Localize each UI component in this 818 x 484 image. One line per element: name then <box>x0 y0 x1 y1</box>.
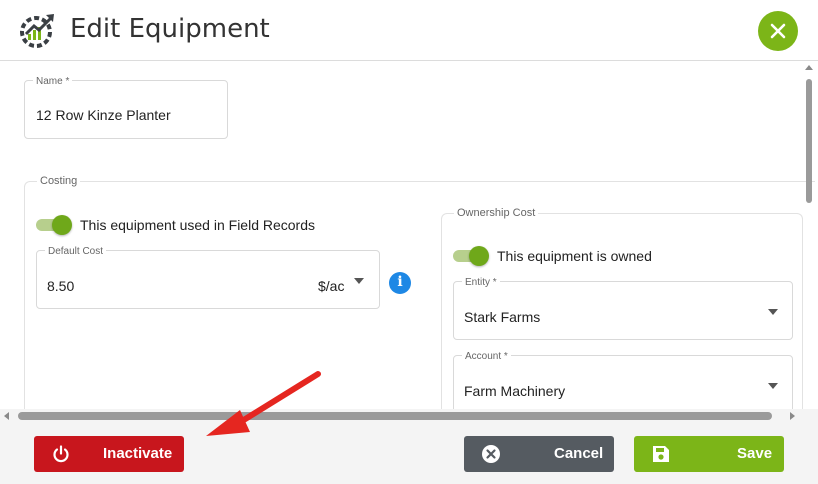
scroll-left-arrow-icon[interactable] <box>4 412 9 420</box>
field-records-toggle-label: This equipment used in Field Records <box>80 217 316 233</box>
annotation-arrow-icon <box>206 371 321 436</box>
cancel-button[interactable]: Cancel <box>464 436 614 472</box>
scroll-up-arrow-icon[interactable] <box>805 65 813 70</box>
name-field-value: 12 Row Kinze Planter <box>36 107 171 123</box>
dialog-content: Name * 12 Row Kinze Planter Costing This… <box>0 61 818 409</box>
cancel-x-icon <box>482 445 500 463</box>
horizontal-scrollbar[interactable] <box>0 409 818 423</box>
account-label: Account * <box>462 351 511 362</box>
default-cost-unit: $/ac <box>318 278 345 294</box>
dialog-footer: Inactivate Cancel Save <box>0 423 818 484</box>
account-dropdown-caret-icon[interactable] <box>768 383 778 389</box>
save-button[interactable]: Save <box>634 436 784 472</box>
name-field-label: Name * <box>33 76 73 87</box>
inactivate-label: Inactivate <box>103 445 173 462</box>
name-field[interactable]: Name * 12 Row Kinze Planter <box>24 76 228 139</box>
close-button[interactable] <box>758 11 798 51</box>
scroll-right-arrow-icon[interactable] <box>790 412 795 420</box>
info-icon[interactable]: i <box>389 272 411 294</box>
entity-value: Stark Farms <box>464 309 541 325</box>
save-label: Save <box>737 445 773 462</box>
power-icon <box>53 445 69 463</box>
owned-toggle-label: This equipment is owned <box>497 248 652 264</box>
close-icon <box>770 23 786 39</box>
account-value: Farm Machinery <box>464 383 566 399</box>
dialog-header: Edit Equipment <box>0 0 818 61</box>
default-cost-value: 8.50 <box>47 278 75 294</box>
inactivate-button[interactable]: Inactivate <box>34 436 184 472</box>
owned-toggle[interactable] <box>453 246 489 266</box>
default-cost-label: Default Cost <box>45 246 107 257</box>
ownership-cost-section-label: Ownership Cost <box>454 207 539 219</box>
vertical-scrollbar-thumb[interactable] <box>806 79 812 203</box>
cancel-label: Cancel <box>554 445 604 462</box>
horizontal-scrollbar-thumb[interactable] <box>18 412 772 420</box>
default-cost-field[interactable]: Default Cost 8.50 $/ac <box>36 246 380 309</box>
entity-label: Entity * <box>462 277 500 288</box>
account-select[interactable]: Account * Farm Machinery <box>453 351 793 409</box>
dialog-title: Edit Equipment <box>70 14 270 44</box>
growth-chart-logo-icon <box>20 14 54 48</box>
save-icon <box>653 446 669 462</box>
field-records-toggle[interactable] <box>36 215 72 235</box>
unit-dropdown-caret-icon[interactable] <box>354 278 364 284</box>
entity-select[interactable]: Entity * Stark Farms <box>453 277 793 340</box>
entity-dropdown-caret-icon[interactable] <box>768 309 778 315</box>
costing-section-label: Costing <box>37 175 81 187</box>
